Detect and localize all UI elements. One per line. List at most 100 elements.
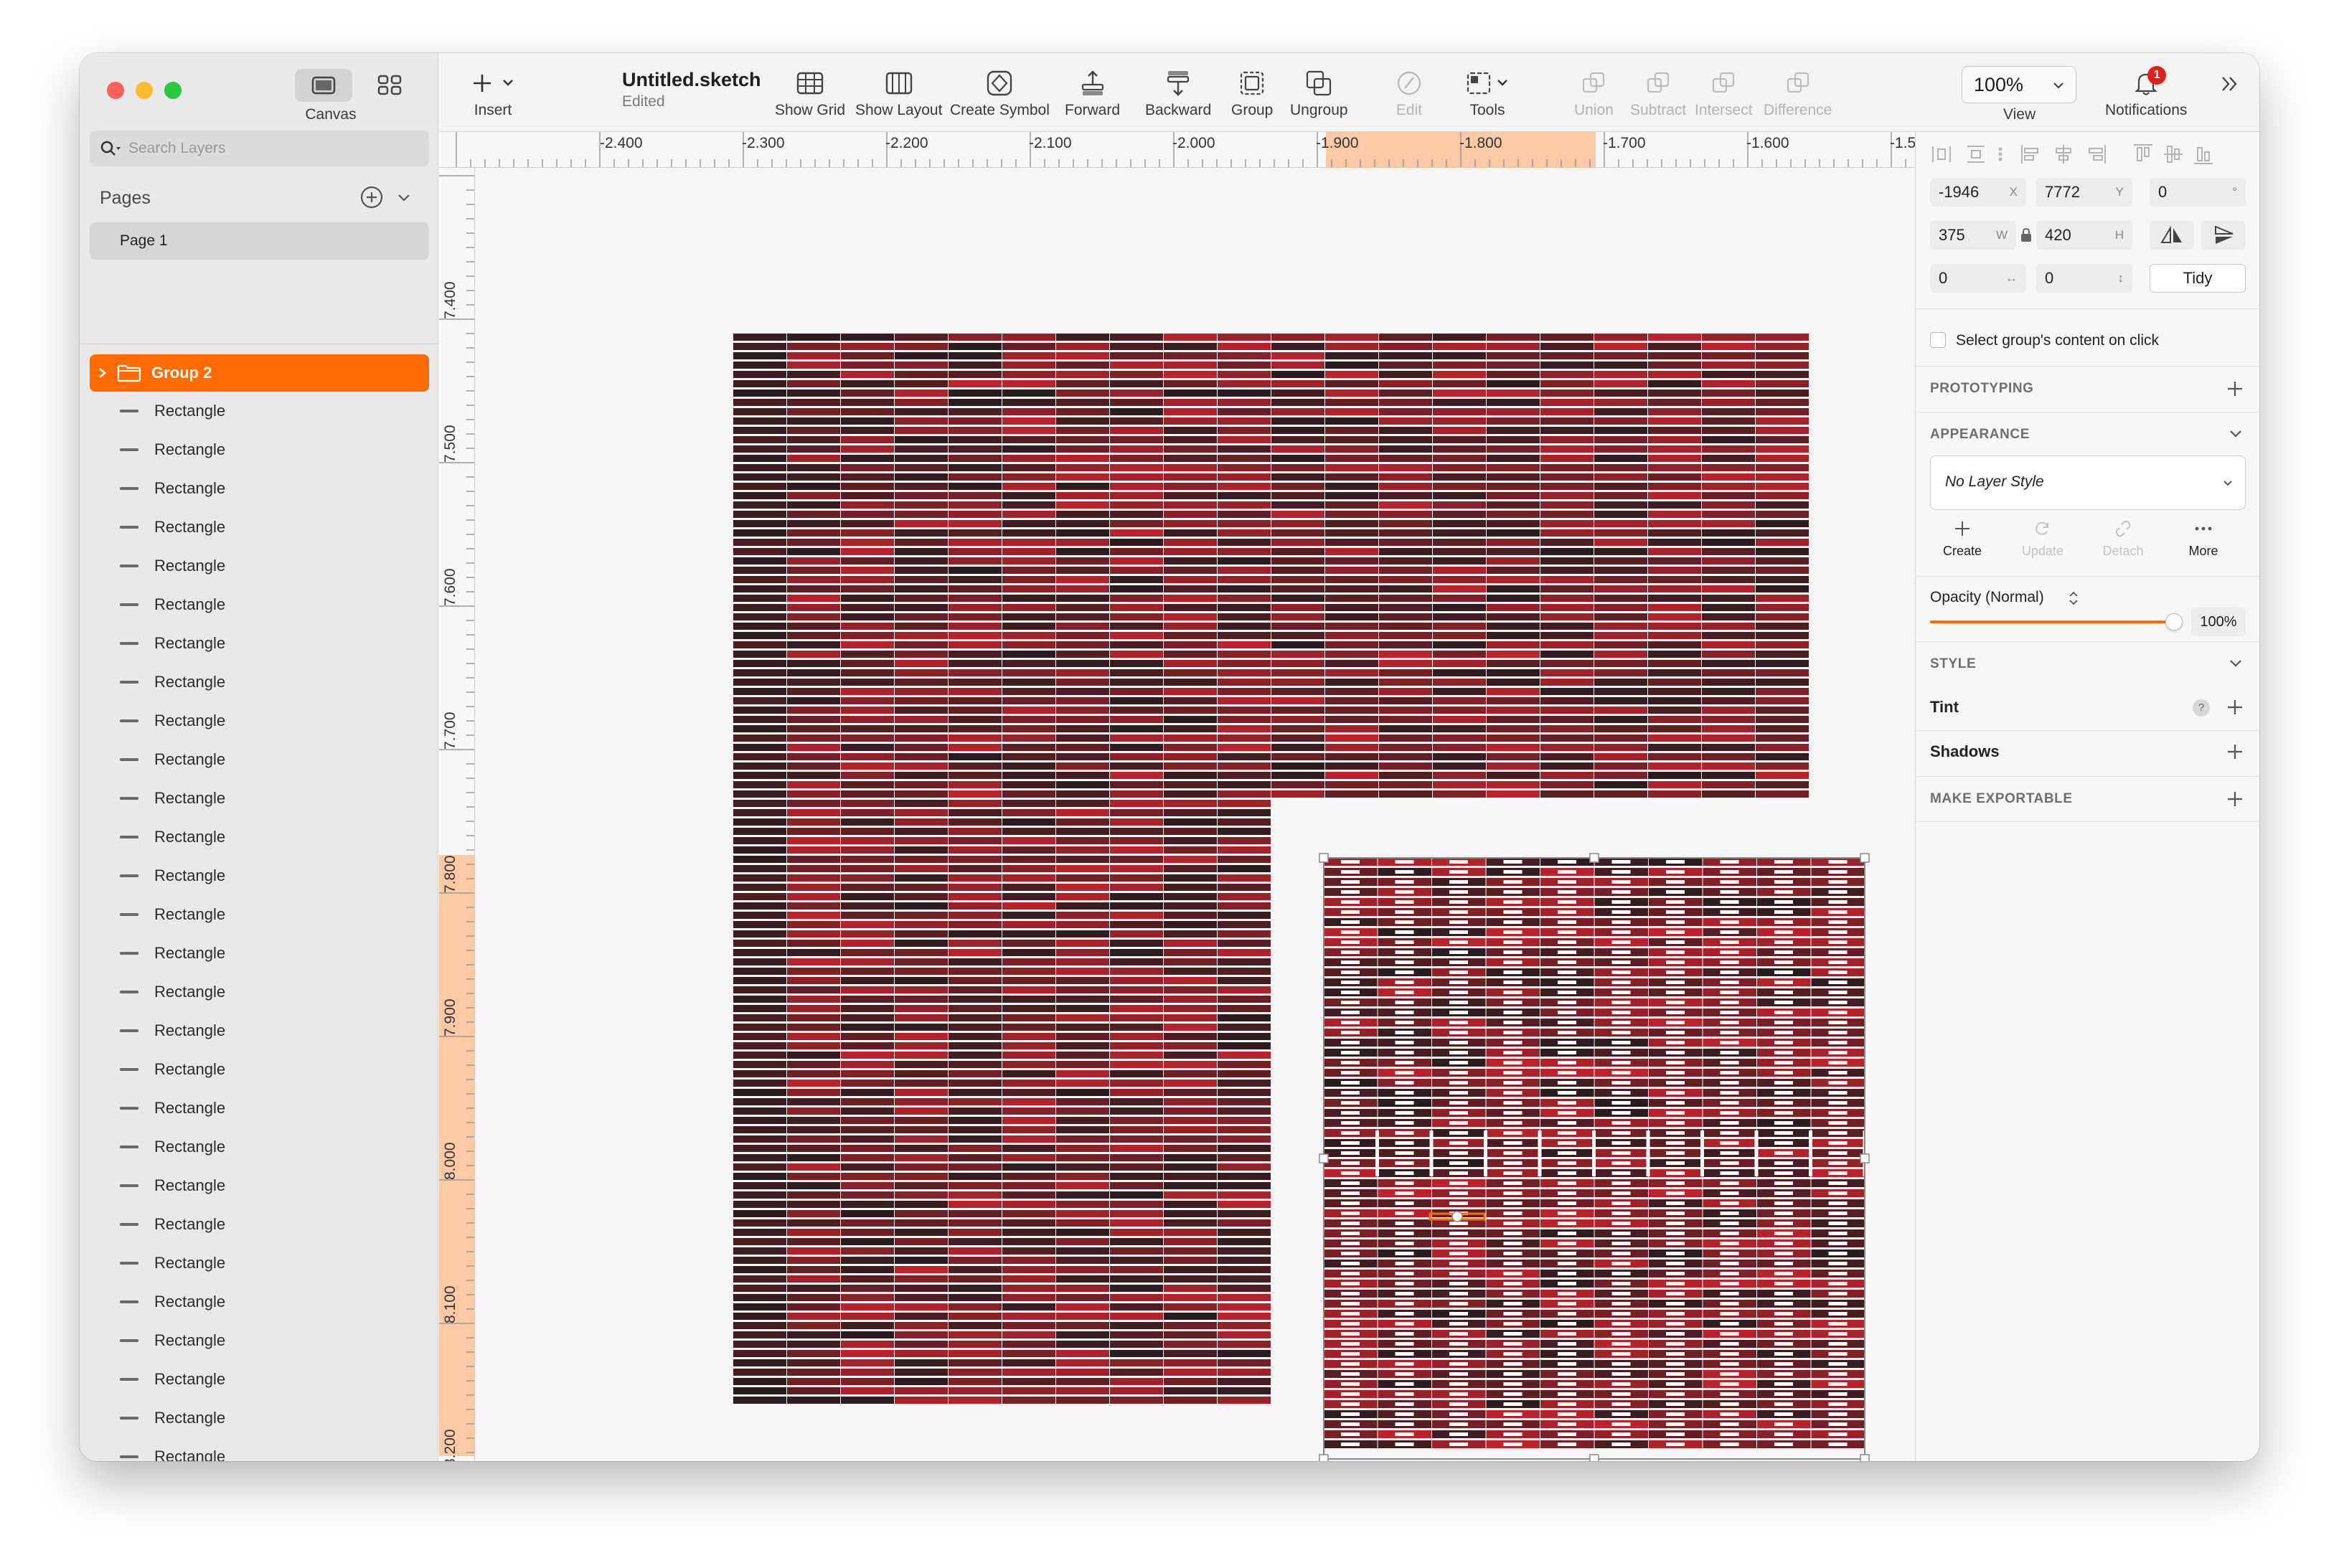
layer-row[interactable]: Rectangle (90, 779, 429, 818)
canvas-view-button[interactable] (295, 69, 352, 102)
canvas-artwork[interactable] (476, 169, 1915, 1461)
chevron-down-icon[interactable] (2227, 425, 2244, 443)
blend-mode-stepper-icon[interactable] (2068, 590, 2079, 606)
corner-radius-handle[interactable] (1451, 1211, 1463, 1222)
layer-row[interactable]: Rectangle (90, 1089, 429, 1128)
prototyping-section[interactable]: PROTOTYPING (1916, 366, 2259, 412)
layer-row[interactable]: Rectangle (90, 1205, 429, 1244)
tint-help-icon[interactable]: ? (2193, 699, 2210, 717)
create-symbol-button[interactable]: Create Symbol (950, 66, 1050, 119)
opacity-value-field[interactable]: 100% (2191, 608, 2246, 636)
more-style-button[interactable]: More (2171, 520, 2236, 559)
more-align-icon[interactable] (1998, 147, 2002, 161)
distribute-horizontal-icon[interactable] (1932, 146, 1951, 162)
selection-handle[interactable] (1319, 1153, 1329, 1163)
selection-handle[interactable] (1589, 853, 1599, 863)
layer-row[interactable]: Rectangle (90, 547, 429, 585)
heatmap-artwork-selected-group[interactable] (1324, 858, 1867, 1448)
tools-button[interactable]: Tools (1462, 66, 1512, 119)
flip-horizontal-button[interactable] (2150, 221, 2194, 250)
minimize-window-button[interactable] (136, 82, 153, 99)
zoom-window-button[interactable] (164, 82, 182, 99)
horizontal-spacing-field[interactable]: 0 ↔ (1930, 264, 2026, 293)
align-left-icon[interactable] (2021, 145, 2038, 164)
add-tint-icon[interactable] (2226, 698, 2244, 717)
layer-row[interactable]: Rectangle (90, 1050, 429, 1089)
layer-row[interactable]: Rectangle (90, 585, 429, 624)
close-window-button[interactable] (107, 82, 124, 99)
layer-row[interactable]: Rectangle (90, 392, 429, 430)
chevron-down-icon[interactable] (2227, 655, 2244, 672)
layer-row[interactable]: Rectangle (90, 624, 429, 663)
page-item[interactable]: Page 1 (90, 222, 429, 260)
expand-panel-icon[interactable] (2217, 72, 2241, 96)
opacity-slider-thumb[interactable] (2165, 613, 2183, 630)
opacity-slider[interactable] (1930, 613, 2183, 630)
align-right-icon[interactable] (2089, 145, 2106, 164)
intersect-button[interactable]: Intersect (1695, 66, 1753, 119)
layer-row[interactable]: Rectangle (90, 1283, 429, 1321)
selection-handle[interactable] (1319, 1454, 1329, 1461)
layer-row[interactable]: Rectangle (90, 1244, 429, 1283)
subtract-button[interactable]: Subtract (1630, 66, 1686, 119)
layer-row[interactable]: Rectangle (90, 702, 429, 740)
chevron-right-icon[interactable] (97, 366, 108, 380)
add-page-icon[interactable] (359, 185, 384, 209)
search-layers-field[interactable]: Search Layers (90, 131, 429, 166)
style-section[interactable]: STYLE Tint ? (1916, 641, 2259, 717)
insert-button[interactable]: Insert (468, 66, 518, 119)
show-grid-button[interactable]: Show Grid (775, 66, 845, 119)
layer-row[interactable]: Rectangle (90, 1360, 429, 1399)
distribute-vertical-icon[interactable] (1967, 146, 1985, 163)
layer-row[interactable]: Rectangle (90, 856, 429, 895)
width-field[interactable]: 375 W (1930, 221, 2016, 250)
add-shadow-icon[interactable] (2226, 742, 2244, 761)
horizontal-ruler[interactable]: -2.400 -2.300 -2.200 -2.100 -2.000 -1.90… (439, 132, 1915, 168)
selection-handle[interactable] (1589, 1454, 1599, 1461)
add-export-icon[interactable] (2226, 790, 2244, 808)
group-button[interactable]: Group (1231, 66, 1273, 119)
selection-handle[interactable] (1319, 853, 1329, 863)
add-prototyping-icon[interactable] (2226, 379, 2244, 398)
selection-handle[interactable] (1860, 1153, 1870, 1163)
chevron-down-icon[interactable] (395, 189, 413, 207)
align-bottom-icon[interactable] (2194, 147, 2213, 164)
layer-row[interactable]: Rectangle (90, 895, 429, 934)
layer-row[interactable]: Rectangle (90, 508, 429, 547)
selection-handle[interactable] (1860, 853, 1870, 863)
x-position-field[interactable]: -1946 X (1930, 178, 2026, 207)
rotation-field[interactable]: 0 ° (2150, 178, 2246, 207)
selection-handle[interactable] (1860, 1454, 1870, 1461)
shadows-section[interactable]: Shadows (1916, 730, 2259, 776)
forward-button[interactable]: Forward (1065, 66, 1120, 119)
tidy-button[interactable]: Tidy (2150, 264, 2246, 293)
layer-row[interactable]: Rectangle (90, 973, 429, 1011)
update-style-button[interactable]: Update (2010, 520, 2075, 559)
layer-row[interactable]: Rectangle (90, 1321, 429, 1360)
layer-row[interactable]: Rectangle (90, 818, 429, 856)
layer-row[interactable]: Rectangle (90, 469, 429, 508)
layer-row[interactable]: Rectangle (90, 934, 429, 973)
vertical-spacing-field[interactable]: 0 ↕ (2036, 264, 2132, 293)
layer-style-select[interactable]: No Layer Style (1930, 455, 2246, 510)
layer-row[interactable]: Rectangle (90, 1166, 429, 1205)
show-layout-button[interactable]: Show Layout (855, 66, 942, 119)
union-button[interactable]: Union (1574, 66, 1614, 119)
layer-row[interactable]: Rectangle (90, 1128, 429, 1166)
create-style-button[interactable]: Create (1930, 520, 1995, 559)
height-field[interactable]: 420 H (2036, 221, 2132, 250)
layer-row[interactable]: Rectangle (90, 740, 429, 779)
backward-button[interactable]: Backward (1145, 66, 1211, 119)
canvas[interactable] (476, 169, 1915, 1461)
align-top-icon[interactable] (2134, 144, 2152, 161)
notifications-button[interactable]: 1 Notifications (2105, 66, 2187, 119)
lock-proportions-icon[interactable] (2020, 227, 2033, 244)
select-group-content-checkbox[interactable] (1930, 332, 1946, 348)
zoom-select[interactable]: 100% (1962, 66, 2076, 103)
align-center-h-icon[interactable] (2056, 145, 2071, 164)
y-position-field[interactable]: 7772 Y (2036, 178, 2132, 207)
flip-vertical-button[interactable] (2201, 221, 2246, 250)
layer-group-row[interactable]: Group 2 (90, 354, 429, 392)
layer-row[interactable]: Rectangle (90, 1011, 429, 1050)
ungroup-button[interactable]: Ungroup (1290, 66, 1348, 119)
